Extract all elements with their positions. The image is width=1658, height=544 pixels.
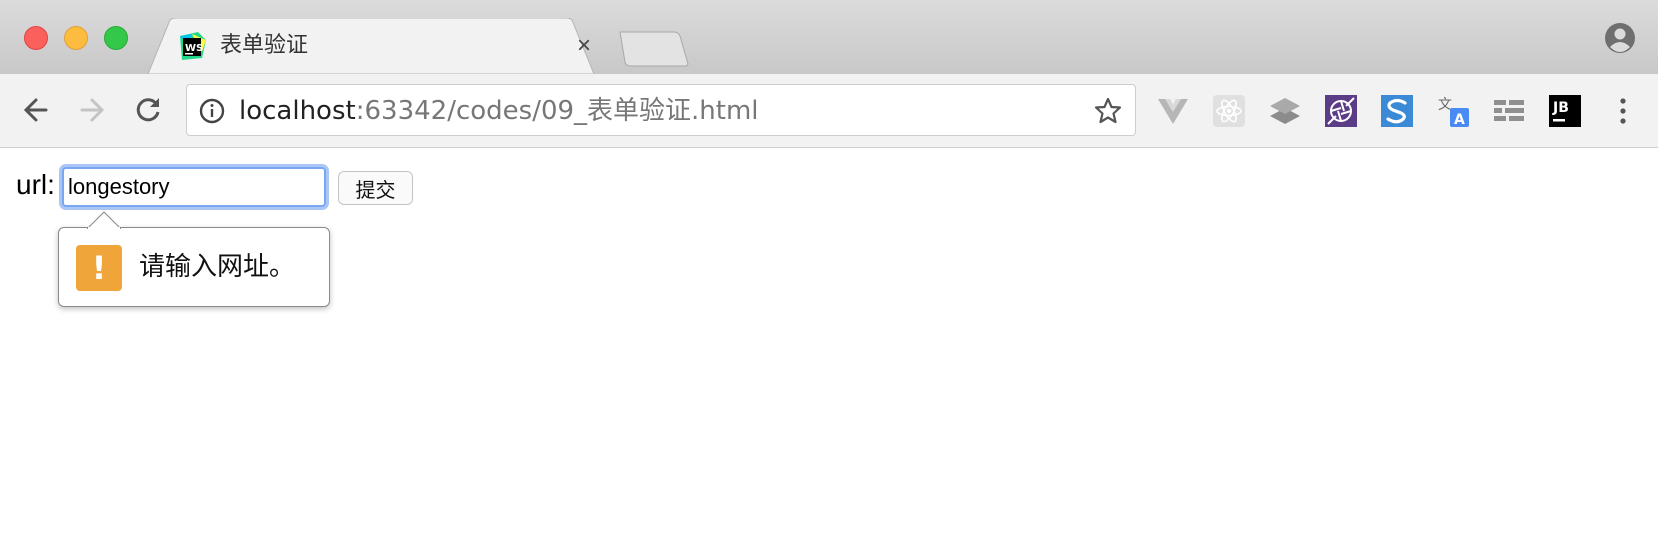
tab-background [148, 18, 595, 74]
forward-arrow-icon[interactable] [76, 94, 108, 126]
address-url: localhost:63342/codes/09_表单验证.html [239, 97, 759, 125]
new-tab-button[interactable] [618, 30, 690, 68]
maximize-window-button[interactable] [104, 26, 128, 50]
page-content: url: 提交 ! 请输入网址。 [0, 149, 1658, 544]
vue-devtools-icon[interactable] [1156, 94, 1190, 128]
menu-dots-icon[interactable] [1608, 94, 1638, 128]
s-icon[interactable] [1380, 94, 1414, 128]
svg-text:A: A [1454, 112, 1465, 128]
webstorm-icon: WS [180, 32, 206, 60]
minimize-window-button[interactable] [64, 26, 88, 50]
tab-active[interactable]: WS 表单验证 × [148, 18, 608, 74]
browser-titlebar: WS 表单验证 × [0, 0, 1658, 74]
translate-icon[interactable]: 文 A [1436, 94, 1470, 128]
validation-message: 请输入网址。 [139, 252, 296, 282]
address-path: :63342/codes/09_表单验证.html [355, 96, 759, 126]
jetbrains-label: JB [1552, 100, 1569, 116]
info-icon[interactable] [199, 98, 225, 124]
url-input[interactable] [62, 167, 326, 207]
submit-button[interactable]: 提交 [338, 171, 413, 205]
layers-icon[interactable] [1268, 94, 1302, 128]
address-bar[interactable]: localhost:63342/codes/09_表单验证.html [186, 84, 1136, 136]
tab-close-icon[interactable]: × [572, 34, 596, 58]
aperture-icon[interactable] [1324, 94, 1358, 128]
grid-icon[interactable] [1492, 94, 1526, 128]
browser-toolbar: localhost:63342/codes/09_表单验证.html 文 A J… [0, 74, 1658, 148]
tooltip-arrow [87, 211, 121, 229]
reload-icon[interactable] [132, 94, 164, 126]
profile-icon[interactable] [1604, 22, 1636, 54]
address-host: localhost [239, 96, 356, 126]
jetbrains-icon[interactable]: JB [1548, 94, 1582, 128]
url-field-label: url: [16, 169, 55, 200]
close-window-button[interactable] [24, 26, 48, 50]
bookmark-star-icon[interactable] [1093, 96, 1123, 126]
tab-title: 表单验证 [220, 33, 309, 58]
validation-tooltip: ! 请输入网址。 [58, 211, 330, 307]
react-devtools-icon[interactable] [1212, 94, 1246, 128]
svg-text:文: 文 [1438, 97, 1452, 113]
back-arrow-icon[interactable] [20, 94, 52, 126]
warning-icon: ! [76, 245, 122, 291]
svg-text:WS: WS [185, 43, 203, 54]
